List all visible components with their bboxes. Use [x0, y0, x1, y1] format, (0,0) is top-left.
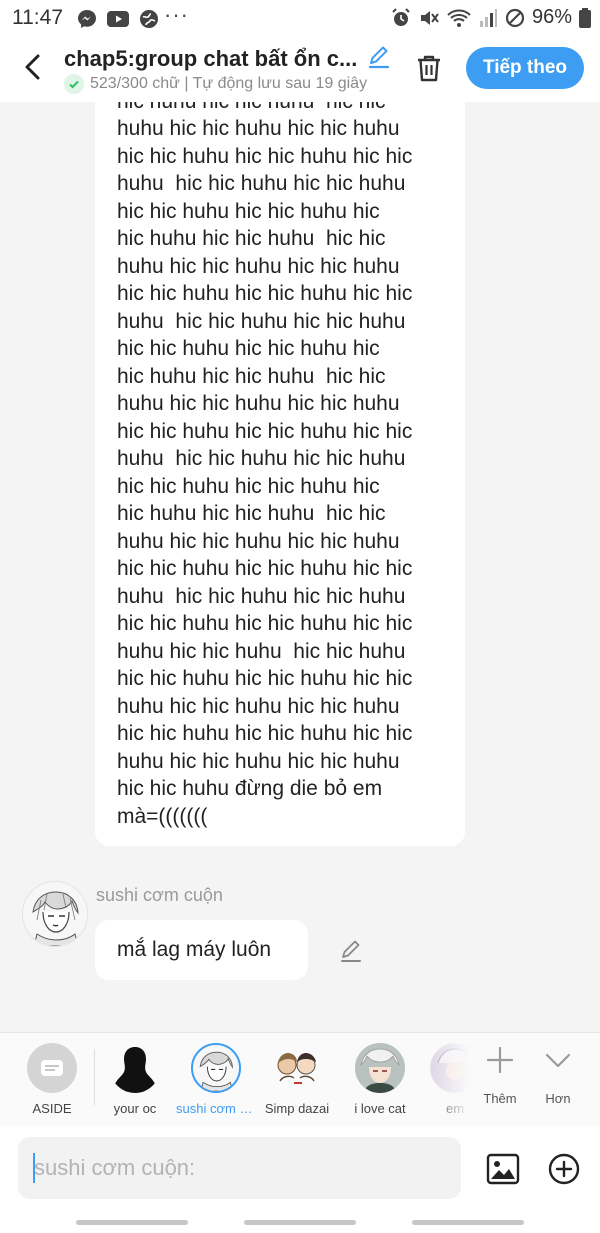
nav-back[interactable] [412, 1220, 524, 1225]
sender-name: sushi cơm cuộn [96, 885, 223, 905]
message-text: mắ lag máy luôn [117, 938, 272, 961]
status-left-icons [76, 8, 160, 30]
status-right-icons: 96% [390, 6, 592, 29]
message-input[interactable] [18, 1137, 461, 1199]
nav-home[interactable] [244, 1220, 356, 1225]
chapter-title[interactable]: chap5:group chat bất ổn c... [64, 46, 364, 72]
edit-pencil-icon[interactable] [338, 938, 364, 964]
nav-recents[interactable] [76, 1220, 188, 1225]
plus-icon [486, 1046, 514, 1074]
status-time: 11:47 [12, 6, 63, 29]
dnd-icon [505, 8, 525, 27]
character-sushi-com-cuon[interactable]: sushi cơm cuộn [176, 1033, 256, 1127]
back-arrow-icon[interactable] [18, 50, 48, 84]
next-button[interactable]: Tiếp theo [466, 47, 584, 89]
white-hair-avatar [355, 1043, 405, 1093]
add-circle-icon[interactable] [547, 1152, 581, 1186]
editor-header: chap5:group chat bất ổn c... 523/300 chữ… [0, 36, 600, 102]
message-bubble[interactable]: mắ lag máy luôn [95, 920, 308, 980]
wifi-icon [447, 9, 471, 27]
alarm-icon [392, 7, 410, 26]
character-label: sushi cơm cuộn [176, 1101, 256, 1116]
character-your-oc[interactable]: your oc [95, 1033, 175, 1127]
status-bar: 11:47 ··· 96% [0, 0, 600, 36]
chibi-group-avatar [272, 1043, 322, 1093]
signal-icon [479, 8, 497, 27]
more-button[interactable]: Hơn [528, 1033, 588, 1127]
browser-icon [140, 10, 158, 28]
silhouette-avatar [110, 1043, 160, 1093]
character-label: Simp dazai [264, 1101, 330, 1116]
character-i-love-cat[interactable]: i love cat [340, 1033, 420, 1127]
composer [0, 1126, 600, 1212]
text-cursor [33, 1153, 35, 1183]
aside-icon [27, 1043, 77, 1093]
battery-percent: 96% [531, 6, 572, 28]
character-label: your oc [113, 1101, 157, 1116]
check-icon [64, 74, 84, 94]
message-bubble[interactable]: hic huhu hic hic huhu hic hic huhu hic h… [95, 102, 465, 846]
edit-pencil-icon[interactable] [366, 44, 392, 70]
character-aside[interactable]: ASIDE [12, 1033, 92, 1127]
image-icon[interactable] [486, 1152, 520, 1186]
sketch-portrait-icon [23, 882, 87, 946]
trash-icon[interactable] [414, 52, 444, 84]
status-more-dots: ··· [164, 2, 189, 27]
mute-icon [420, 10, 439, 25]
character-label: ASIDE [32, 1101, 72, 1116]
scroll-fade [430, 1033, 470, 1127]
battery-icon [579, 7, 591, 28]
add-character-button[interactable]: Thêm [470, 1033, 530, 1127]
character-simp-dazai[interactable]: Simp dazai [257, 1033, 337, 1127]
chat-area[interactable]: hic huhu hic hic huhu hic hic huhu hic h… [0, 102, 600, 1032]
system-nav-bar [0, 1212, 600, 1233]
character-selector: ASIDE your oc sushi cơm cuộn [0, 1032, 600, 1127]
character-label: i love cat [354, 1101, 406, 1116]
more-label: Hơn [545, 1091, 571, 1106]
word-count-save-status: 523/300 chữ | Tự động lưu sau 19 giây [90, 75, 368, 92]
youtube-icon [107, 11, 129, 27]
message-text: hic huhu hic hic huhu hic hic huhu hic h… [117, 102, 413, 828]
add-label: Thêm [483, 1091, 517, 1106]
messenger-icon [78, 10, 96, 28]
sender-avatar[interactable] [22, 881, 88, 947]
autosave-status: 523/300 chữ | Tự động lưu sau 19 giây [64, 74, 392, 94]
chevron-down-icon [545, 1053, 571, 1068]
sketch-avatar [191, 1043, 241, 1093]
